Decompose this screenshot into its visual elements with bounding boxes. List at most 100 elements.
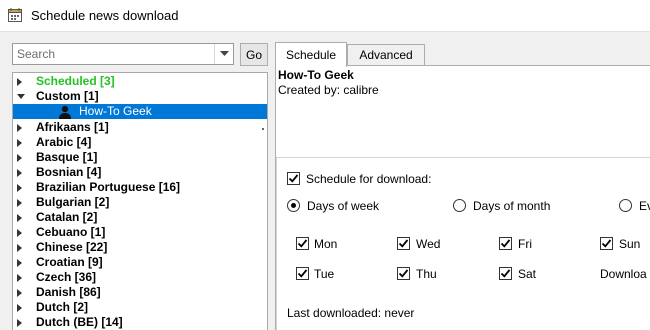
- tree-item-arabic[interactable]: Arabic [4]: [13, 135, 267, 150]
- tree-item-dutch[interactable]: Dutch [2]: [13, 300, 267, 315]
- go-button[interactable]: Go: [240, 43, 268, 66]
- splitter-handle[interactable]: [262, 128, 264, 130]
- person-icon: [59, 105, 71, 119]
- schedule-checkbox[interactable]: [287, 172, 300, 185]
- days-of-month-label: Days of month: [473, 199, 551, 213]
- tree-item-afrikaans[interactable]: Afrikaans [1]: [13, 120, 267, 135]
- tree-item-custom[interactable]: Custom [1]: [13, 89, 267, 104]
- day-label-sat: Sat: [518, 267, 537, 281]
- tree-item-label: Scheduled [3]: [36, 74, 115, 88]
- checkmark-icon: [297, 269, 308, 278]
- expand-arrow-icon[interactable]: [17, 304, 22, 312]
- tree-item-label: Bosnian [4]: [36, 165, 102, 179]
- download-at-label: Downloa: [600, 267, 647, 281]
- tree-item-label: Custom [1]: [36, 89, 99, 103]
- window-title: Schedule news download: [31, 8, 179, 23]
- expand-arrow-icon[interactable]: [17, 78, 22, 86]
- expand-arrow-icon[interactable]: [17, 244, 22, 252]
- expand-arrow-icon[interactable]: [17, 274, 22, 282]
- title-bar: Schedule news download: [0, 0, 650, 32]
- tab-schedule[interactable]: Schedule: [275, 42, 347, 67]
- tree-item-label: Czech [36]: [36, 270, 97, 284]
- recipe-title: How-To Geek: [278, 68, 354, 82]
- collapse-arrow-icon[interactable]: [17, 94, 25, 99]
- tree-item-label: Dutch (BE) [14]: [36, 315, 123, 329]
- tree-item-label: Arabic [4]: [36, 135, 92, 149]
- expand-arrow-icon[interactable]: [17, 124, 22, 132]
- tree-item-cebuano[interactable]: Cebuano [1]: [13, 225, 267, 240]
- schedule-checkbox-label: Schedule for download:: [306, 172, 432, 186]
- tree-item-chinese[interactable]: Chinese [22]: [13, 240, 267, 255]
- expand-arrow-icon[interactable]: [17, 289, 22, 297]
- expand-arrow-icon[interactable]: [17, 214, 22, 222]
- day-checkbox-tue[interactable]: [296, 267, 309, 280]
- search-history-dropdown[interactable]: [214, 44, 233, 64]
- checkmark-icon: [297, 239, 308, 248]
- tree-item-label: Bulgarian [2]: [36, 195, 110, 209]
- tree-item-label: Afrikaans [1]: [36, 120, 109, 134]
- tree-item-czech[interactable]: Czech [36]: [13, 270, 267, 285]
- day-label-sun: Sun: [619, 237, 641, 251]
- tree-item-danish[interactable]: Danish [86]: [13, 285, 267, 300]
- day-label-tue: Tue: [314, 267, 335, 281]
- expand-arrow-icon[interactable]: [17, 184, 22, 192]
- day-label-mon: Mon: [314, 237, 338, 251]
- tab-bar: Schedule Advanced: [275, 42, 650, 67]
- tree-item-brazilian-portuguese[interactable]: Brazilian Portuguese [16]: [13, 180, 267, 195]
- tree-item-basque[interactable]: Basque [1]: [13, 150, 267, 165]
- expand-arrow-icon[interactable]: [17, 154, 22, 162]
- last-downloaded-text: Last downloaded: never: [287, 306, 415, 320]
- tree-item-bulgarian[interactable]: Bulgarian [2]: [13, 195, 267, 210]
- day-checkbox-thu[interactable]: [397, 267, 410, 280]
- checkmark-icon: [500, 239, 511, 248]
- days-of-week-radio[interactable]: [287, 199, 300, 212]
- schedule-options-box: Schedule for download: Days of week Days…: [276, 157, 650, 330]
- checkmark-icon: [398, 239, 409, 248]
- day-checkbox-wed[interactable]: [397, 237, 410, 250]
- schedule-panel: How-To Geek Created by: calibre Schedule…: [275, 65, 650, 330]
- tree-item-dutch-be[interactable]: Dutch (BE) [14]: [13, 315, 267, 330]
- recipe-tree[interactable]: Scheduled [3] Custom [1] How-To Geek Afr…: [12, 72, 268, 330]
- tree-item-label: Catalan [2]: [36, 210, 98, 224]
- day-label-wed: Wed: [416, 237, 441, 251]
- expand-arrow-icon[interactable]: [17, 199, 22, 207]
- day-checkbox-mon[interactable]: [296, 237, 309, 250]
- tree-item-bosnian[interactable]: Bosnian [4]: [13, 165, 267, 180]
- expand-arrow-icon[interactable]: [17, 139, 22, 147]
- tree-item-label: Chinese [22]: [36, 240, 108, 254]
- recipe-author: Created by: calibre: [278, 83, 379, 97]
- tree-item-label: Croatian [9]: [36, 255, 103, 269]
- tree-item-label: Danish [86]: [36, 285, 101, 299]
- tab-advanced[interactable]: Advanced: [347, 44, 425, 66]
- checkmark-icon: [601, 239, 612, 248]
- tree-item-label: Dutch [2]: [36, 300, 88, 314]
- calendar-icon: [8, 8, 22, 22]
- checkmark-icon: [288, 174, 299, 183]
- expand-arrow-icon[interactable]: [17, 169, 22, 177]
- tree-item-label: Brazilian Portuguese [16]: [36, 180, 181, 194]
- day-label-fri: Fri: [518, 237, 532, 251]
- tree-item-how-to-geek[interactable]: How-To Geek: [13, 104, 267, 119]
- tree-item-label: Cebuano [1]: [36, 225, 106, 239]
- checkmark-icon: [500, 269, 511, 278]
- checkmark-icon: [398, 269, 409, 278]
- day-checkbox-sun[interactable]: [600, 237, 613, 250]
- day-label-thu: Thu: [416, 267, 437, 281]
- expand-arrow-icon[interactable]: [17, 259, 22, 267]
- search-box[interactable]: [12, 43, 234, 65]
- tree-item-catalan[interactable]: Catalan [2]: [13, 210, 267, 225]
- chevron-down-icon: [219, 51, 229, 56]
- tree-item-scheduled[interactable]: Scheduled [3]: [13, 74, 267, 89]
- day-checkbox-sat[interactable]: [499, 267, 512, 280]
- expand-arrow-icon[interactable]: [17, 319, 22, 327]
- day-checkbox-fri[interactable]: [499, 237, 512, 250]
- expand-arrow-icon[interactable]: [17, 229, 22, 237]
- every-x-days-radio[interactable]: [619, 199, 632, 212]
- every-x-days-label: Ev: [639, 199, 650, 213]
- tab-label: Advanced: [359, 48, 413, 62]
- tree-item-croatian[interactable]: Croatian [9]: [13, 255, 267, 270]
- search-input[interactable]: [13, 44, 213, 64]
- days-of-month-radio[interactable]: [453, 199, 466, 212]
- tab-label: Schedule: [285, 48, 337, 62]
- tree-item-label: How-To Geek: [79, 104, 152, 118]
